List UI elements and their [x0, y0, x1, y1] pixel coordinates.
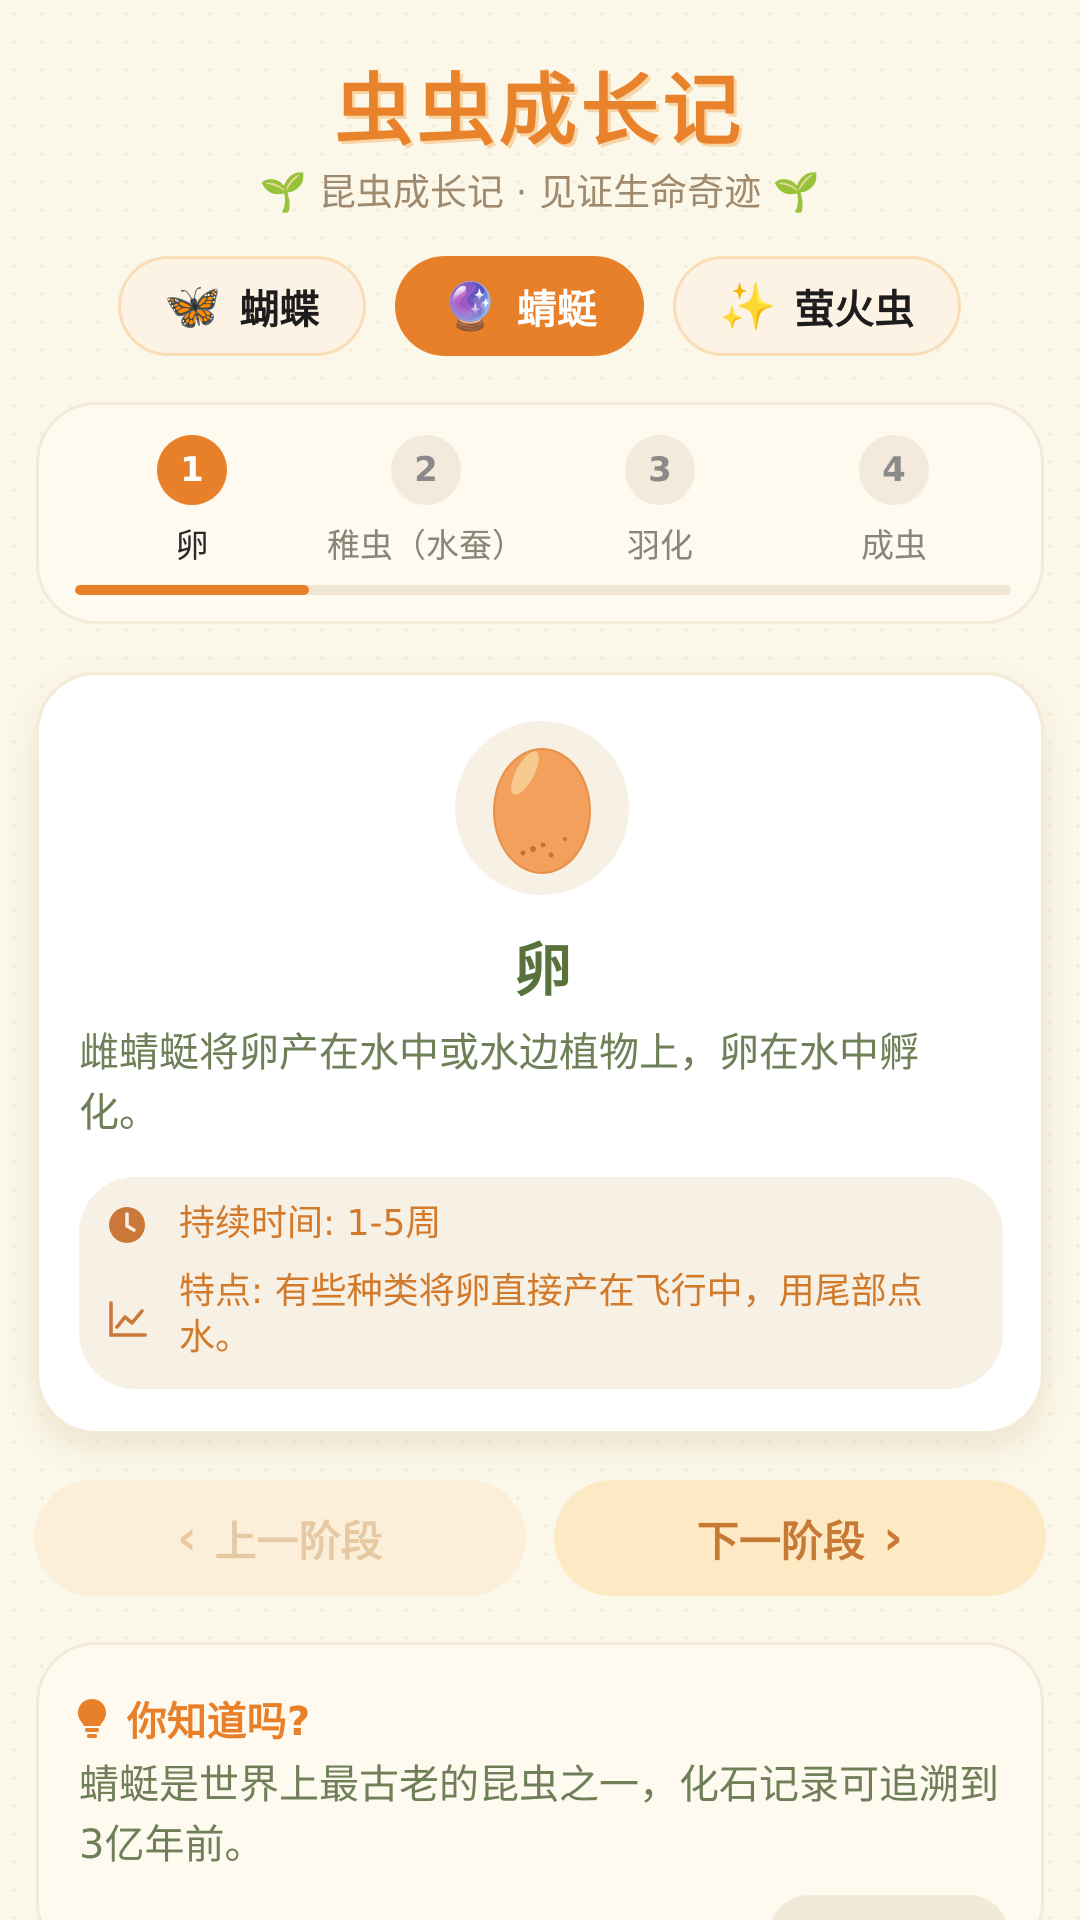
tab-dragonfly[interactable]: 🔮 蜻蜓 [395, 256, 644, 356]
fun-fact-heading: 你知道吗? [75, 1689, 310, 1747]
step-label: 成虫 [861, 526, 927, 565]
step-number: 2 [391, 435, 461, 505]
chevron-left-icon: ‹ [177, 1510, 197, 1566]
duration-row: 持续时间: 1-5周 [107, 1201, 969, 1247]
prev-stage-button[interactable]: ‹ 上一阶段 [34, 1480, 526, 1596]
app-title: 虫虫成长记 [334, 66, 745, 156]
step-number: 3 [625, 435, 695, 505]
sprout-icon: 🌱 [772, 170, 821, 214]
fun-fact-card: 你知道吗? 蜻蜓是世界上最古老的昆虫之一，化石记录可追溯到3亿年前。 [36, 1642, 1044, 1920]
stage-progress-fill [75, 585, 309, 595]
chart-line-icon [109, 1301, 147, 1337]
chevron-right-icon: › [883, 1510, 903, 1566]
stage-illustration [455, 721, 629, 895]
next-stage-button[interactable]: 下一阶段 › [554, 1480, 1046, 1596]
feature-row: 特点: 有些种类将卵直接产在飞行中，用尾部点水。 [107, 1269, 969, 1361]
step-label: 羽化 [627, 526, 693, 565]
stage-detail-card: 卵 雌蜻蜓将卵产在水中或水边植物上，卵在水中孵化。 持续时间: 1-5周 特点:… [36, 672, 1044, 1434]
species-tabs: 🦋 蝴蝶 🔮 蜻蜓 ✨ 萤火虫 [0, 256, 1080, 356]
fun-fact-text: 蜻蜓是世界上最古老的昆虫之一，化石记录可追溯到3亿年前。 [79, 1762, 999, 1868]
tab-label: 蜻蜓 [517, 287, 598, 333]
tab-firefly[interactable]: ✨ 萤火虫 [673, 256, 961, 356]
stage-title: 卵 [513, 936, 572, 1004]
crystal-ball-icon: 🔮 [441, 278, 500, 333]
step-number: 1 [157, 435, 227, 505]
stage-progress-bar [75, 585, 1011, 595]
lightbulb-icon [78, 1699, 106, 1738]
clock-icon [109, 1207, 145, 1243]
tab-label: 萤火虫 [794, 287, 915, 333]
prev-stage-label: 上一阶段 [214, 1516, 383, 1566]
step-adult[interactable]: 4 成虫 [777, 435, 1011, 567]
egg-icon [493, 748, 591, 874]
sparkles-icon: ✨ [719, 278, 777, 333]
next-stage-label: 下一阶段 [697, 1516, 866, 1566]
subtitle-text: 昆虫成长记 · 见证生命奇迹 [318, 171, 762, 214]
step-label: 稚虫（水蚕） [327, 526, 525, 565]
sprout-icon: 🌱 [259, 170, 308, 214]
tab-butterfly[interactable]: 🦋 蝴蝶 [118, 256, 366, 356]
duration-text: 持续时间: 1-5周 [179, 1203, 442, 1244]
tab-label: 蝴蝶 [239, 287, 320, 333]
step-emergence[interactable]: 3 羽化 [543, 435, 777, 567]
stage-info-box: 持续时间: 1-5周 特点: 有些种类将卵直接产在飞行中，用尾部点水。 [79, 1177, 1003, 1389]
step-number: 4 [859, 435, 929, 505]
step-nymph[interactable]: 2 稚虫（水蚕） [309, 435, 543, 567]
feature-text: 特点: 有些种类将卵直接产在飞行中，用尾部点水。 [179, 1271, 923, 1358]
app-subtitle: 🌱 昆虫成长记 · 见证生命奇迹 🌱 [0, 162, 1080, 216]
stage-description: 雌蜻蜓将卵产在水中或水边植物上，卵在水中孵化。 [79, 1030, 919, 1136]
butterfly-icon: 🦋 [164, 278, 222, 333]
step-label: 卵 [175, 526, 209, 565]
step-egg[interactable]: 1 卵 [75, 435, 309, 567]
stage-stepper: 1 卵 2 稚虫（水蚕） 3 羽化 4 成虫 [36, 402, 1044, 624]
fun-fact-action-chip[interactable] [769, 1895, 1009, 1920]
fun-fact-title: 你知道吗? [127, 1699, 311, 1745]
